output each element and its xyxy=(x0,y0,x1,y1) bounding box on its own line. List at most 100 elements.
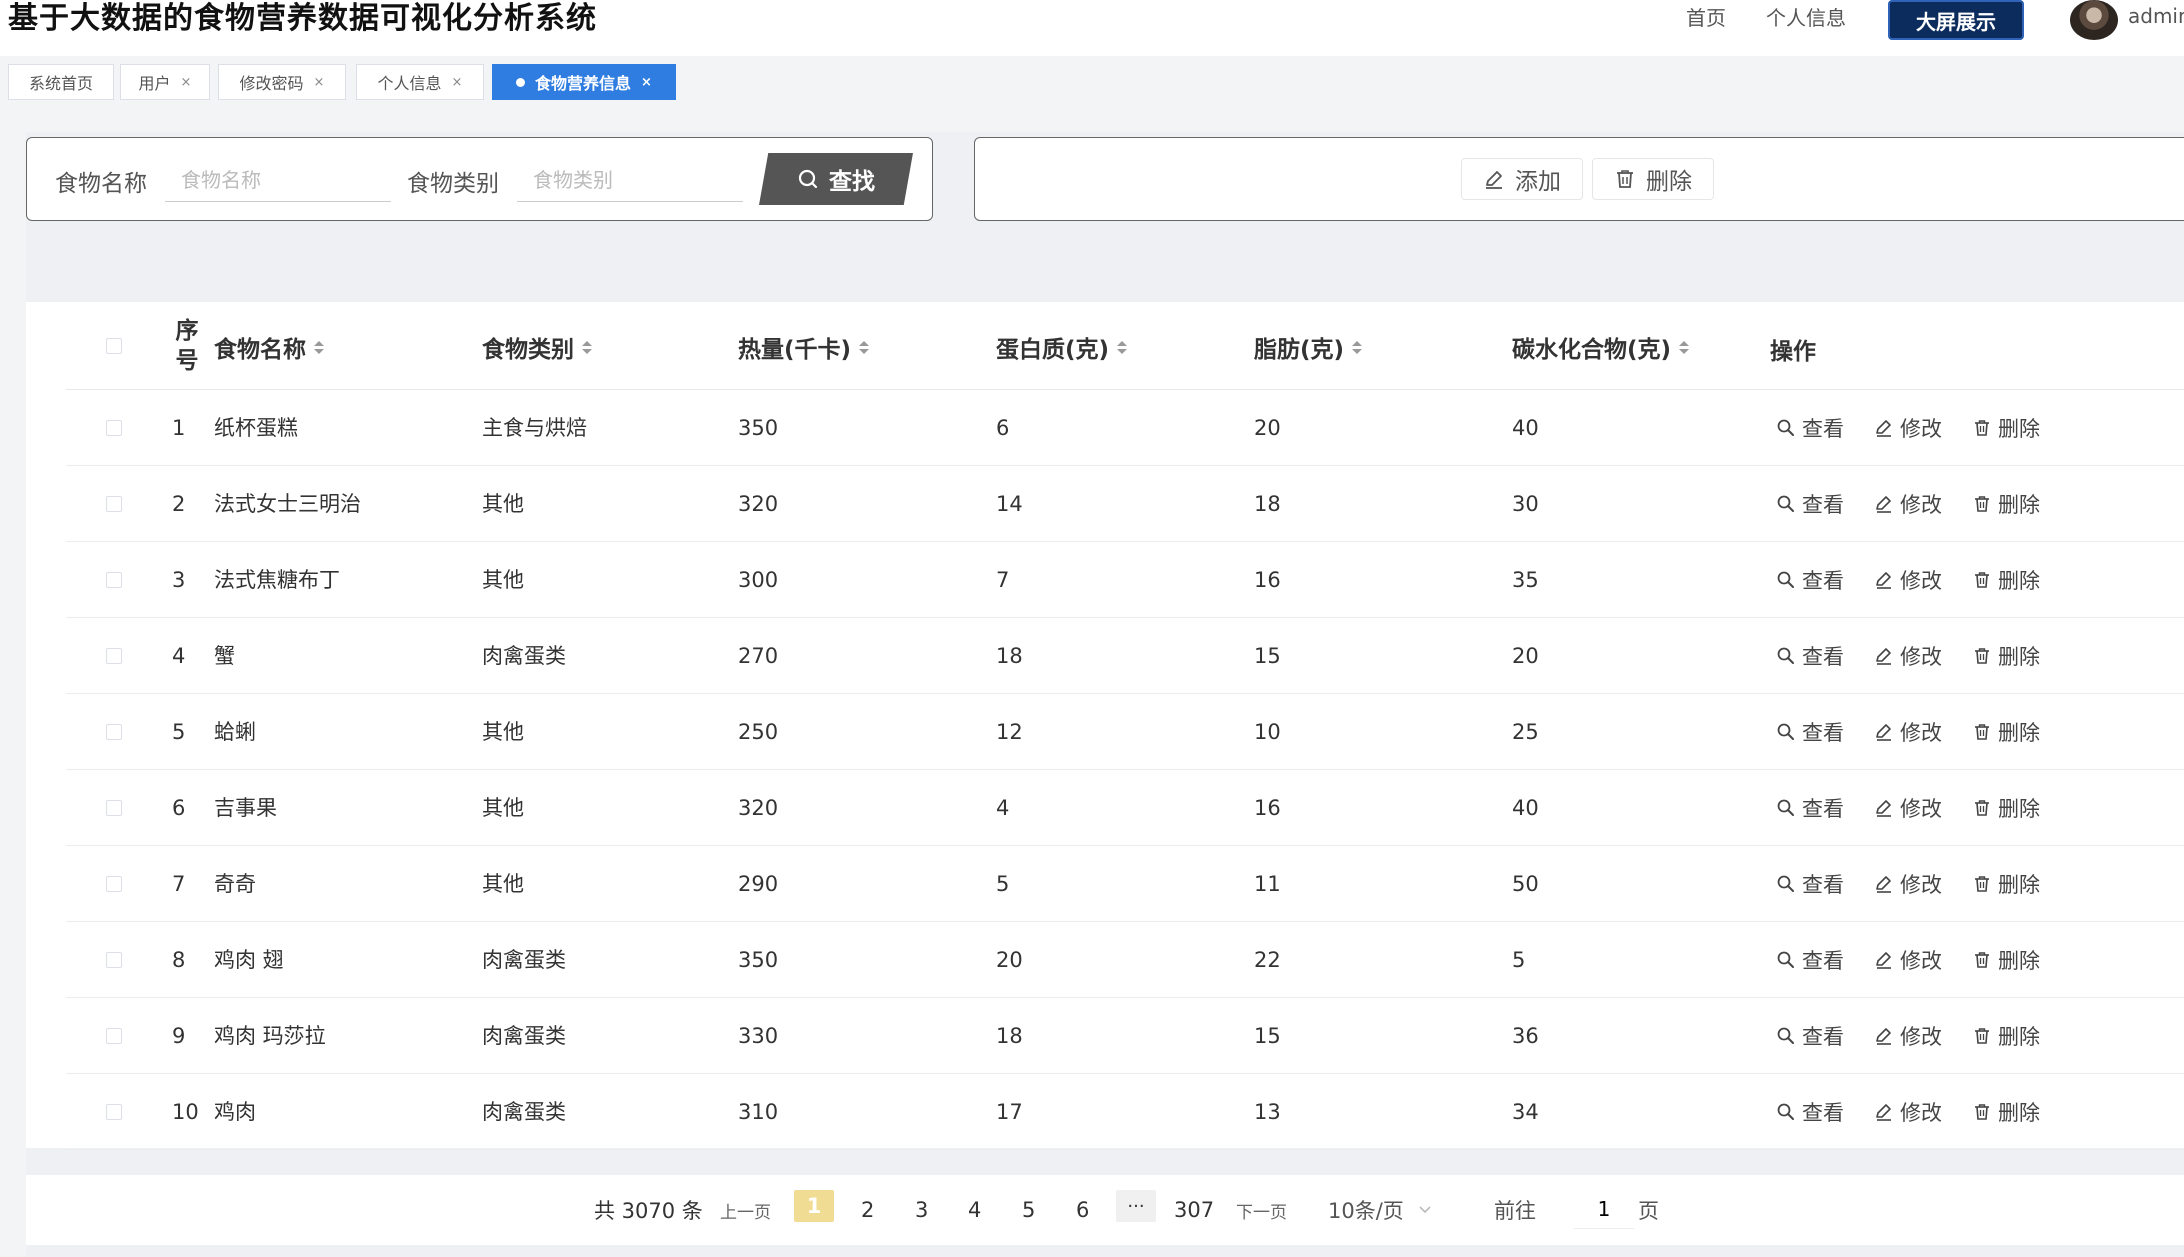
page-3[interactable]: 3 xyxy=(915,1175,928,1245)
sort-icon[interactable] xyxy=(1117,340,1128,354)
page-size-select[interactable]: 10条/页 xyxy=(1328,1175,1432,1245)
search-icon xyxy=(1776,418,1796,438)
page-5[interactable]: 5 xyxy=(1022,1175,1035,1245)
tab-label: 个人信息 xyxy=(377,74,442,93)
row-checkbox[interactable] xyxy=(106,496,122,512)
close-icon[interactable]: × xyxy=(314,75,325,90)
next-page-button[interactable]: 下一页 xyxy=(1236,1175,1287,1245)
username[interactable]: admin xyxy=(2128,4,2184,28)
select-all-checkbox[interactable] xyxy=(106,338,122,354)
cell-protein: 17 xyxy=(996,1100,1023,1124)
food-name-input[interactable] xyxy=(165,158,391,202)
page-last[interactable]: 307 xyxy=(1174,1175,1214,1245)
header-food-category[interactable]: 食物类别 xyxy=(482,330,592,364)
header-calories[interactable]: 热量(千卡) xyxy=(738,330,870,364)
nav-home-link[interactable]: 首页 xyxy=(1686,4,1726,32)
table-row: 1 纸杯蛋糕 主食与烘焙 350 6 20 40 查看 修改 删除 xyxy=(66,390,2184,466)
page-current[interactable]: 1 xyxy=(794,1190,834,1222)
view-button[interactable]: 查看 xyxy=(1776,866,1844,902)
view-button[interactable]: 查看 xyxy=(1776,562,1844,598)
delete-button[interactable]: 删除 xyxy=(1972,1094,2040,1130)
tab-users[interactable]: 用户 × xyxy=(120,64,210,100)
delete-button[interactable]: 删除 xyxy=(1972,638,2040,674)
delete-button[interactable]: 删除 xyxy=(1972,410,2040,446)
sort-icon[interactable] xyxy=(314,340,324,354)
row-checkbox[interactable] xyxy=(106,420,122,436)
row-checkbox[interactable] xyxy=(106,572,122,588)
search-button[interactable]: 查找 xyxy=(759,153,913,205)
cell-protein: 7 xyxy=(996,568,1010,592)
sort-icon[interactable] xyxy=(859,340,870,354)
delete-button[interactable]: 删除 xyxy=(1972,714,2040,750)
tab-bar: 系统首页 用户 × 修改密码 × 个人信息 × 食物营养信息 × xyxy=(0,56,2184,100)
add-button[interactable]: 添加 xyxy=(1461,158,1583,200)
edit-button[interactable]: 修改 xyxy=(1874,714,1942,750)
tab-profile[interactable]: 个人信息 × xyxy=(356,64,484,100)
active-dot-icon xyxy=(516,77,526,87)
tab-label: 修改密码 xyxy=(239,74,304,93)
row-checkbox[interactable] xyxy=(106,724,122,740)
page-6[interactable]: 6 xyxy=(1076,1175,1089,1245)
view-button[interactable]: 查看 xyxy=(1776,638,1844,674)
edit-button[interactable]: 修改 xyxy=(1874,790,1942,826)
row-checkbox[interactable] xyxy=(106,1028,122,1044)
cell-carbs: 40 xyxy=(1512,796,1539,820)
edit-icon xyxy=(1874,950,1894,970)
edit-button[interactable]: 修改 xyxy=(1874,866,1942,902)
sort-icon[interactable] xyxy=(582,340,592,354)
edit-button[interactable]: 修改 xyxy=(1874,410,1942,446)
view-button[interactable]: 查看 xyxy=(1776,790,1844,826)
view-button[interactable]: 查看 xyxy=(1776,1018,1844,1054)
page-4[interactable]: 4 xyxy=(968,1175,981,1245)
tab-food-nutrition[interactable]: 食物营养信息 × xyxy=(492,64,676,100)
row-checkbox[interactable] xyxy=(106,1104,122,1120)
page-2[interactable]: 2 xyxy=(861,1175,874,1245)
edit-button[interactable]: 修改 xyxy=(1874,1018,1942,1054)
row-checkbox[interactable] xyxy=(106,648,122,664)
edit-button[interactable]: 修改 xyxy=(1874,1094,1942,1130)
delete-button[interactable]: 删除 xyxy=(1972,866,2040,902)
header-protein[interactable]: 蛋白质(克) xyxy=(996,330,1128,364)
edit-button[interactable]: 修改 xyxy=(1874,486,1942,522)
batch-delete-button[interactable]: 删除 xyxy=(1592,158,1714,200)
tab-system-home[interactable]: 系统首页 xyxy=(8,64,114,100)
header-label: 脂肪(克) xyxy=(1254,337,1345,363)
close-icon[interactable]: × xyxy=(641,75,652,90)
delete-button[interactable]: 删除 xyxy=(1972,790,2040,826)
header-fat[interactable]: 脂肪(克) xyxy=(1254,330,1363,364)
delete-button[interactable]: 删除 xyxy=(1972,562,2040,598)
more-pages-icon[interactable]: ··· xyxy=(1116,1190,1156,1222)
delete-button[interactable]: 删除 xyxy=(1972,942,2040,978)
prev-page-button[interactable]: 上一页 xyxy=(720,1175,771,1245)
view-button[interactable]: 查看 xyxy=(1776,410,1844,446)
view-button[interactable]: 查看 xyxy=(1776,942,1844,978)
view-button[interactable]: 查看 xyxy=(1776,714,1844,750)
row-checkbox[interactable] xyxy=(106,800,122,816)
edit-button[interactable]: 修改 xyxy=(1874,562,1942,598)
row-checkbox[interactable] xyxy=(106,876,122,892)
food-category-input[interactable] xyxy=(517,158,743,202)
nav-profile-link[interactable]: 个人信息 xyxy=(1766,4,1846,32)
sort-icon[interactable] xyxy=(1352,340,1363,354)
edit-button[interactable]: 修改 xyxy=(1874,942,1942,978)
food-category-label: 食物类别 xyxy=(407,171,499,197)
tab-change-password[interactable]: 修改密码 × xyxy=(218,64,346,100)
cell-index: 3 xyxy=(172,568,186,592)
sort-icon[interactable] xyxy=(1679,340,1690,354)
header-carbs[interactable]: 碳水化合物(克) xyxy=(1512,330,1690,364)
big-screen-button[interactable]: 大屏展示 xyxy=(1888,0,2024,40)
trash-icon xyxy=(1972,418,1992,438)
delete-button[interactable]: 删除 xyxy=(1972,486,2040,522)
edit-button[interactable]: 修改 xyxy=(1874,638,1942,674)
goto-page-input[interactable] xyxy=(1574,1189,1634,1229)
row-checkbox[interactable] xyxy=(106,952,122,968)
view-button[interactable]: 查看 xyxy=(1776,1094,1844,1130)
close-icon[interactable]: × xyxy=(181,75,192,90)
table-row: 3 法式焦糖布丁 其他 300 7 16 35 查看 修改 删除 xyxy=(66,542,2184,618)
delete-button[interactable]: 删除 xyxy=(1972,1018,2040,1054)
edit-label: 修改 xyxy=(1900,949,1942,973)
header-food-name[interactable]: 食物名称 xyxy=(214,330,324,364)
avatar[interactable] xyxy=(2070,0,2118,40)
close-icon[interactable]: × xyxy=(452,75,463,90)
view-button[interactable]: 查看 xyxy=(1776,486,1844,522)
